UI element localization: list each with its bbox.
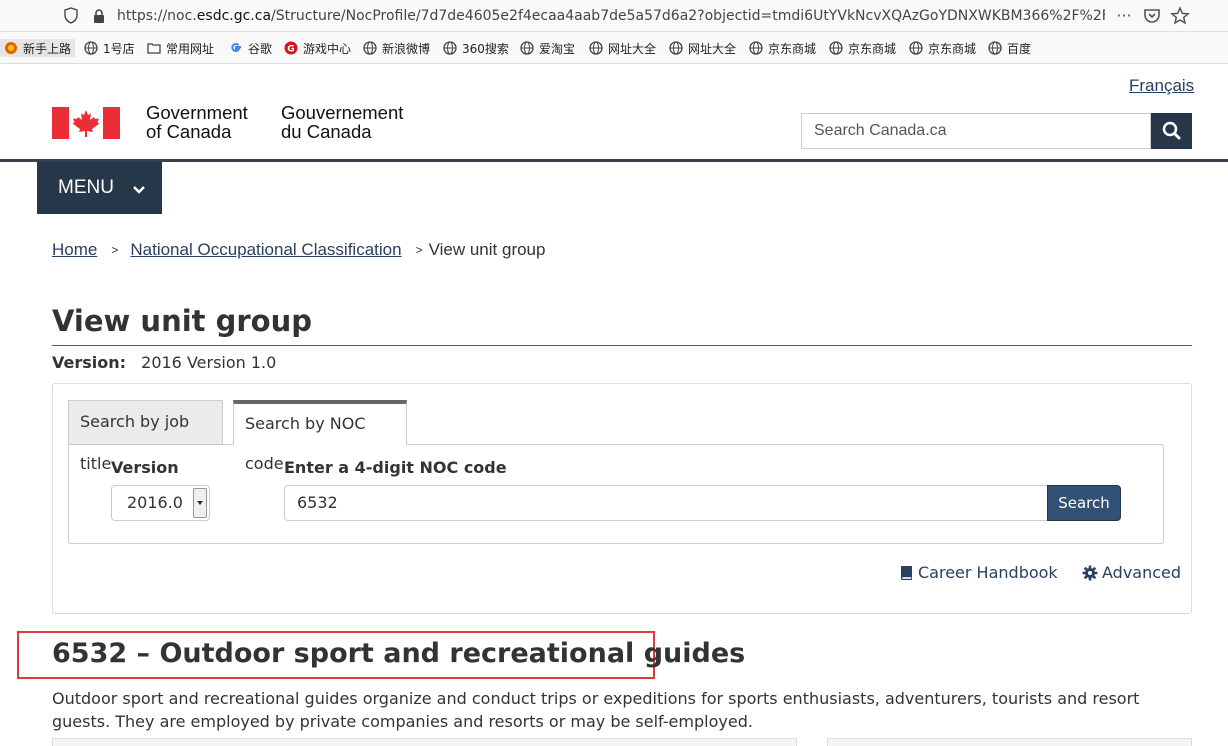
- dropdown-arrow-icon[interactable]: [193, 488, 207, 518]
- search-icon: [1162, 121, 1181, 140]
- bookmark-label: 京东商城: [848, 41, 897, 56]
- shield-icon[interactable]: [64, 7, 78, 24]
- bookmark-label: 京东商城: [768, 41, 817, 56]
- lock-icon[interactable]: [92, 8, 106, 24]
- unit-group-description: Outdoor sport and recreational guides or…: [52, 689, 1140, 731]
- bookmark-label: 网址大全: [608, 41, 657, 56]
- page-actions-menu-icon[interactable]: ···: [1114, 6, 1134, 26]
- bookmarks-toolbar: 新手上路 1号店 常用网址 谷歌 G 游戏中心 新浪微博 360搜索 爱淘宝 网…: [0, 32, 1228, 64]
- star-icon[interactable]: [1170, 6, 1190, 26]
- bookmark-item[interactable]: 京东商城: [829, 39, 896, 57]
- bookmark-item[interactable]: 京东商城: [749, 39, 816, 57]
- tab-search-by-job-title[interactable]: Search by job title: [68, 400, 223, 473]
- noc-code-label: Enter a 4-digit NOC code: [284, 458, 507, 477]
- breadcrumb: Home > National Occupational Classificatio…: [52, 240, 545, 260]
- globe-icon: [829, 41, 843, 55]
- bookmark-item[interactable]: 京东商城: [909, 39, 976, 57]
- bookmark-label: 谷歌: [248, 41, 273, 56]
- breadcrumb-current: View unit group: [428, 240, 546, 259]
- menu-label: MENU: [58, 177, 114, 198]
- bookmark-label: 新浪微博: [382, 41, 431, 56]
- bookmark-item[interactable]: 网址大全: [669, 39, 736, 57]
- site-search-input[interactable]: Search Canada.ca: [801, 113, 1151, 149]
- career-handbook-link[interactable]: Career Handbook: [899, 563, 1058, 582]
- search-button[interactable]: Search: [1047, 485, 1121, 521]
- career-handbook-label: Career Handbook: [918, 563, 1058, 582]
- breadcrumb-noc-link[interactable]: National Occupational Classification: [130, 240, 401, 259]
- bookmark-label: 爱淘宝: [539, 41, 576, 56]
- globe-icon: [909, 41, 923, 55]
- browser-url-bar: https://noc.esdc.gc.ca/Structure/NocProf…: [0, 0, 1228, 32]
- bookmark-label: 360搜索: [462, 41, 509, 56]
- gov-signature-fr-line2: du Canada: [281, 121, 372, 142]
- folder-icon: [147, 43, 161, 54]
- title-underline: [52, 345, 1192, 346]
- game-icon: G: [284, 41, 298, 55]
- tab-search-by-noc-code[interactable]: Search by NOC code: [233, 400, 407, 473]
- bookmark-label: 1号店: [103, 41, 135, 56]
- globe-icon: [749, 41, 763, 55]
- bookmark-item[interactable]: 谷歌: [229, 39, 272, 57]
- site-search-button[interactable]: [1151, 113, 1192, 149]
- address-field[interactable]: https://noc.esdc.gc.ca/Structure/NocProf…: [117, 6, 1105, 26]
- bookmark-item[interactable]: 常用网址: [147, 39, 214, 57]
- content-card: [52, 738, 797, 746]
- globe-icon: [84, 41, 98, 55]
- version-select-label: Version: [111, 458, 179, 477]
- language-toggle-link[interactable]: Français: [1129, 76, 1194, 96]
- globe-icon: [363, 41, 377, 55]
- page-title: View unit group: [52, 304, 313, 338]
- advanced-search-link[interactable]: Advanced: [1082, 563, 1181, 582]
- advanced-label: Advanced: [1102, 563, 1182, 582]
- firefox-icon: [5, 42, 17, 54]
- bookmark-label: 常用网址: [166, 41, 215, 56]
- globe-icon: [443, 41, 457, 55]
- unit-group-heading: 6532 – Outdoor sport and recreational gu…: [52, 638, 746, 669]
- header-divider: [0, 159, 1228, 162]
- gear-icon: [1082, 565, 1098, 580]
- bookmark-label: 网址大全: [688, 41, 737, 56]
- gov-signature-fr-line1: Gouvernement: [281, 102, 404, 123]
- gov-signature-en-line1: Government: [146, 102, 248, 123]
- bookmark-item[interactable]: 360搜索: [443, 39, 509, 57]
- gov-signature-fr[interactable]: Gouvernement du Canada: [281, 103, 403, 141]
- breadcrumb-home-link[interactable]: Home: [52, 240, 97, 259]
- bookmark-item[interactable]: 百度: [988, 39, 1031, 57]
- bookmark-label: 游戏中心: [303, 41, 352, 56]
- version-value: 2016 Version 1.0: [141, 353, 277, 372]
- breadcrumb-separator: >: [415, 243, 423, 257]
- svg-text:G: G: [287, 45, 294, 55]
- globe-icon: [589, 41, 603, 55]
- bookmark-item[interactable]: 新手上路: [0, 39, 76, 57]
- bookmark-item[interactable]: 1号店: [84, 39, 135, 57]
- bookmark-label: 百度: [1007, 41, 1032, 56]
- pocket-icon[interactable]: [1142, 6, 1162, 26]
- google-icon: [231, 43, 241, 52]
- book-icon: [900, 565, 912, 580]
- globe-icon: [988, 41, 1002, 55]
- globe-icon: [669, 41, 683, 55]
- version-info: Version: 2016 Version 1.0: [52, 353, 276, 372]
- menu-button[interactable]: MENU: [37, 162, 162, 214]
- chevron-down-icon: [133, 186, 145, 194]
- version-label: Version:: [52, 353, 127, 372]
- canada-flag-icon[interactable]: [52, 107, 120, 139]
- bookmark-label: 新手上路: [23, 41, 72, 56]
- bookmark-item[interactable]: G 游戏中心: [284, 39, 351, 57]
- bookmark-label: 京东商城: [928, 41, 977, 56]
- breadcrumb-separator: >: [111, 243, 119, 257]
- globe-icon: [520, 41, 534, 55]
- version-select[interactable]: 2016.0: [111, 485, 210, 521]
- bookmark-item[interactable]: 网址大全: [589, 39, 656, 57]
- noc-code-input[interactable]: 6532: [284, 485, 1048, 521]
- content-card: [827, 738, 1192, 746]
- bookmark-item[interactable]: 新浪微博: [363, 39, 430, 57]
- bookmark-item[interactable]: 爱淘宝: [520, 39, 575, 57]
- gov-signature-en-line2: of Canada: [146, 121, 232, 142]
- gov-signature-en[interactable]: Government of Canada: [146, 103, 248, 141]
- version-select-value: 2016.0: [127, 493, 183, 512]
